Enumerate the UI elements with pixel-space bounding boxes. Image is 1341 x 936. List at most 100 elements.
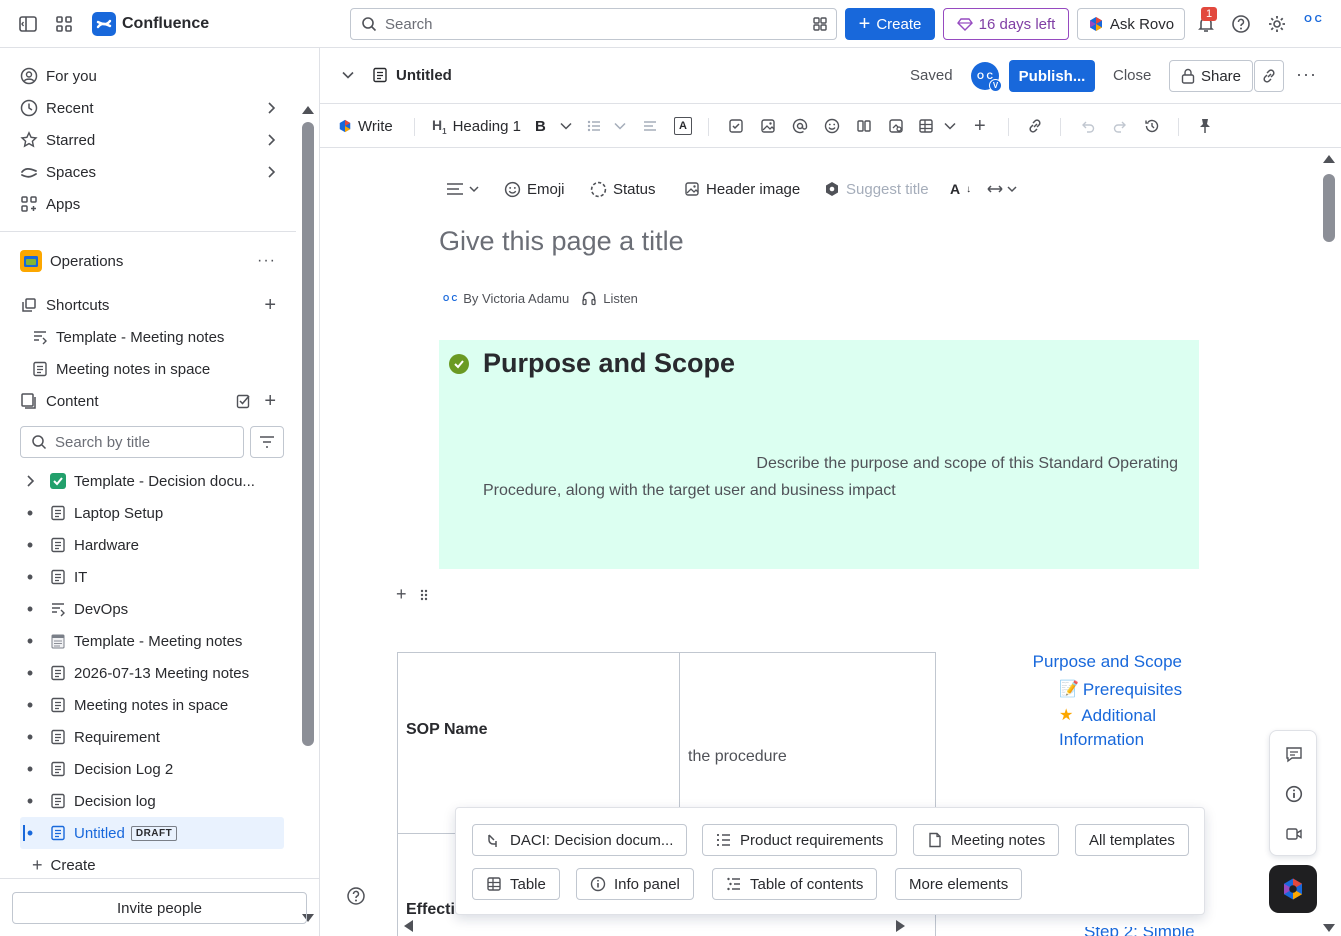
confluence-logo[interactable]: Confluence <box>92 12 209 36</box>
pin-icon[interactable] <box>1198 104 1212 148</box>
action-item-icon[interactable] <box>728 104 744 148</box>
table-icon[interactable] <box>918 104 934 148</box>
write-mode-button[interactable]: Write <box>338 104 393 148</box>
image-icon[interactable] <box>760 104 776 148</box>
layouts-icon[interactable] <box>856 104 872 148</box>
add-content-icon[interactable]: + <box>264 390 276 413</box>
header-image-button[interactable]: Header image <box>684 172 800 206</box>
tree-item[interactable]: • DevOps <box>20 593 284 625</box>
sidebar-item-starred[interactable]: Starred <box>12 124 288 156</box>
add-status-button[interactable]: Status <box>590 172 656 206</box>
template-chip-meeting-notes[interactable]: Meeting notes <box>913 824 1060 856</box>
emoji-icon[interactable] <box>824 104 840 148</box>
whiteboard-icon[interactable] <box>888 104 904 148</box>
bullet-list-icon[interactable] <box>586 104 602 148</box>
space-header[interactable]: Operations ··· <box>12 245 288 277</box>
tree-item[interactable]: • Decision log <box>20 785 284 817</box>
sidebar-toggle-icon[interactable] <box>18 14 38 34</box>
toc-link[interactable]: 📝 Prerequisites <box>985 676 1185 704</box>
sidebar-item-apps[interactable]: Apps <box>12 188 288 220</box>
chevron-down-icon[interactable] <box>560 104 572 148</box>
redo-icon[interactable] <box>1112 104 1128 148</box>
breadcrumb-title[interactable]: Untitled <box>396 67 452 84</box>
sidebar-item-recent[interactable]: Recent <box>12 92 288 124</box>
settings-gear-icon[interactable] <box>1267 14 1287 34</box>
tree-item[interactable]: Template - Decision docu... <box>20 465 284 497</box>
table-header-cell[interactable]: Effecti <box>406 901 455 919</box>
element-chip-info-panel[interactable]: Info panel <box>576 868 694 900</box>
page-title-input[interactable]: Give this page a title <box>439 226 684 257</box>
sidebar-item-spaces[interactable]: Spaces <box>12 156 288 188</box>
add-shortcut-icon[interactable]: + <box>264 294 276 317</box>
content-header[interactable]: Content + <box>12 385 288 417</box>
element-chip-table[interactable]: Table <box>472 868 560 900</box>
toc-link[interactable]: Purpose and Scope <box>985 648 1185 676</box>
video-icon[interactable] <box>1285 825 1303 843</box>
shortcut-item[interactable]: Template - Meeting notes <box>12 321 288 353</box>
tree-item[interactable]: • Requirement <box>20 721 284 753</box>
scroll-right-icon[interactable] <box>895 919 907 933</box>
template-chip-daci[interactable]: DACI: Decision docum... <box>472 824 688 856</box>
suggest-title-button[interactable]: Suggest title <box>824 172 929 206</box>
tree-item[interactable]: • 2026-07-13 Meeting notes <box>20 657 284 689</box>
filter-button[interactable] <box>250 426 284 458</box>
shortcuts-header[interactable]: Shortcuts + <box>12 289 288 321</box>
trial-button[interactable]: 16 days left <box>943 8 1069 40</box>
sidebar-item-for-you[interactable]: For you <box>12 60 288 92</box>
element-chip-table-of-contents[interactable]: Table of contents <box>712 868 878 900</box>
help-icon[interactable] <box>346 886 366 906</box>
toc-link[interactable]: Step 2: Simple <box>1084 927 1195 936</box>
byline-author[interactable]: By Victoria Adamu <box>463 291 569 306</box>
align-icon[interactable] <box>642 104 658 148</box>
tree-item[interactable]: • Template - Meeting notes <box>20 625 284 657</box>
tree-item[interactable]: • Hardware <box>20 529 284 561</box>
scroll-left-icon[interactable] <box>402 919 414 933</box>
more-icon[interactable]: ··· <box>257 252 276 270</box>
help-icon[interactable] <box>1231 14 1251 34</box>
mention-icon[interactable] <box>792 104 808 148</box>
ask-rovo-button[interactable]: Ask Rovo <box>1077 8 1185 40</box>
bold-icon[interactable]: B <box>535 104 546 148</box>
content-search-input[interactable]: Search by title <box>20 426 244 458</box>
comment-icon[interactable] <box>1285 745 1303 763</box>
create-button[interactable]: + Create <box>845 8 935 40</box>
drag-handle-icon[interactable] <box>419 588 429 602</box>
add-emoji-button[interactable]: Emoji <box>504 172 565 206</box>
template-chip-product-requirements[interactable]: Product requirements <box>702 824 898 856</box>
tree-item-active[interactable]: • Untitled DRAFT <box>20 817 284 849</box>
text-color-icon[interactable]: A <box>674 104 692 148</box>
close-button[interactable]: Close <box>1113 67 1151 84</box>
version-history-icon[interactable] <box>1144 104 1160 148</box>
info-icon[interactable] <box>1285 785 1303 803</box>
shortcut-item[interactable]: Meeting notes in space <box>12 353 288 385</box>
search-input[interactable]: Search <box>350 8 837 40</box>
insert-block-icon[interactable]: + <box>396 584 407 605</box>
profile-avatar[interactable]: O C <box>1301 15 1325 33</box>
chevron-down-icon[interactable] <box>342 69 354 81</box>
search-filter-icon[interactable] <box>812 16 828 32</box>
listen-button[interactable]: Listen <box>603 291 638 306</box>
text-style-dropdown[interactable]: H1 Heading 1 <box>432 104 521 148</box>
chevron-down-icon[interactable] <box>614 104 626 148</box>
tree-item[interactable]: • Laptop Setup <box>20 497 284 529</box>
link-icon[interactable] <box>1027 104 1043 148</box>
undo-icon[interactable] <box>1080 104 1096 148</box>
chevron-right-icon[interactable] <box>20 475 40 487</box>
table-cell[interactable]: the procedure <box>688 748 787 766</box>
font-size-icon[interactable]: A ↓ <box>950 172 971 206</box>
chevron-down-icon[interactable] <box>944 104 956 148</box>
app-switcher-icon[interactable] <box>54 14 74 34</box>
more-actions-icon[interactable]: ··· <box>1296 64 1317 85</box>
create-with-ai-icon[interactable] <box>236 393 252 409</box>
share-button[interactable]: Share <box>1169 60 1253 92</box>
table-header-cell[interactable]: SOP Name <box>406 721 488 739</box>
publish-button[interactable]: Publish... <box>1009 60 1095 92</box>
rovo-chat-button[interactable] <box>1269 865 1317 913</box>
tree-item[interactable]: • IT <box>20 561 284 593</box>
tree-item[interactable]: • Decision Log 2 <box>20 753 284 785</box>
create-page-button[interactable]: + Create <box>12 849 288 881</box>
all-templates-button[interactable]: All templates <box>1075 824 1189 856</box>
full-width-icon[interactable] <box>986 172 1020 206</box>
main-scrollbar[interactable] <box>1321 150 1337 936</box>
more-elements-button[interactable]: More elements <box>895 868 1023 900</box>
